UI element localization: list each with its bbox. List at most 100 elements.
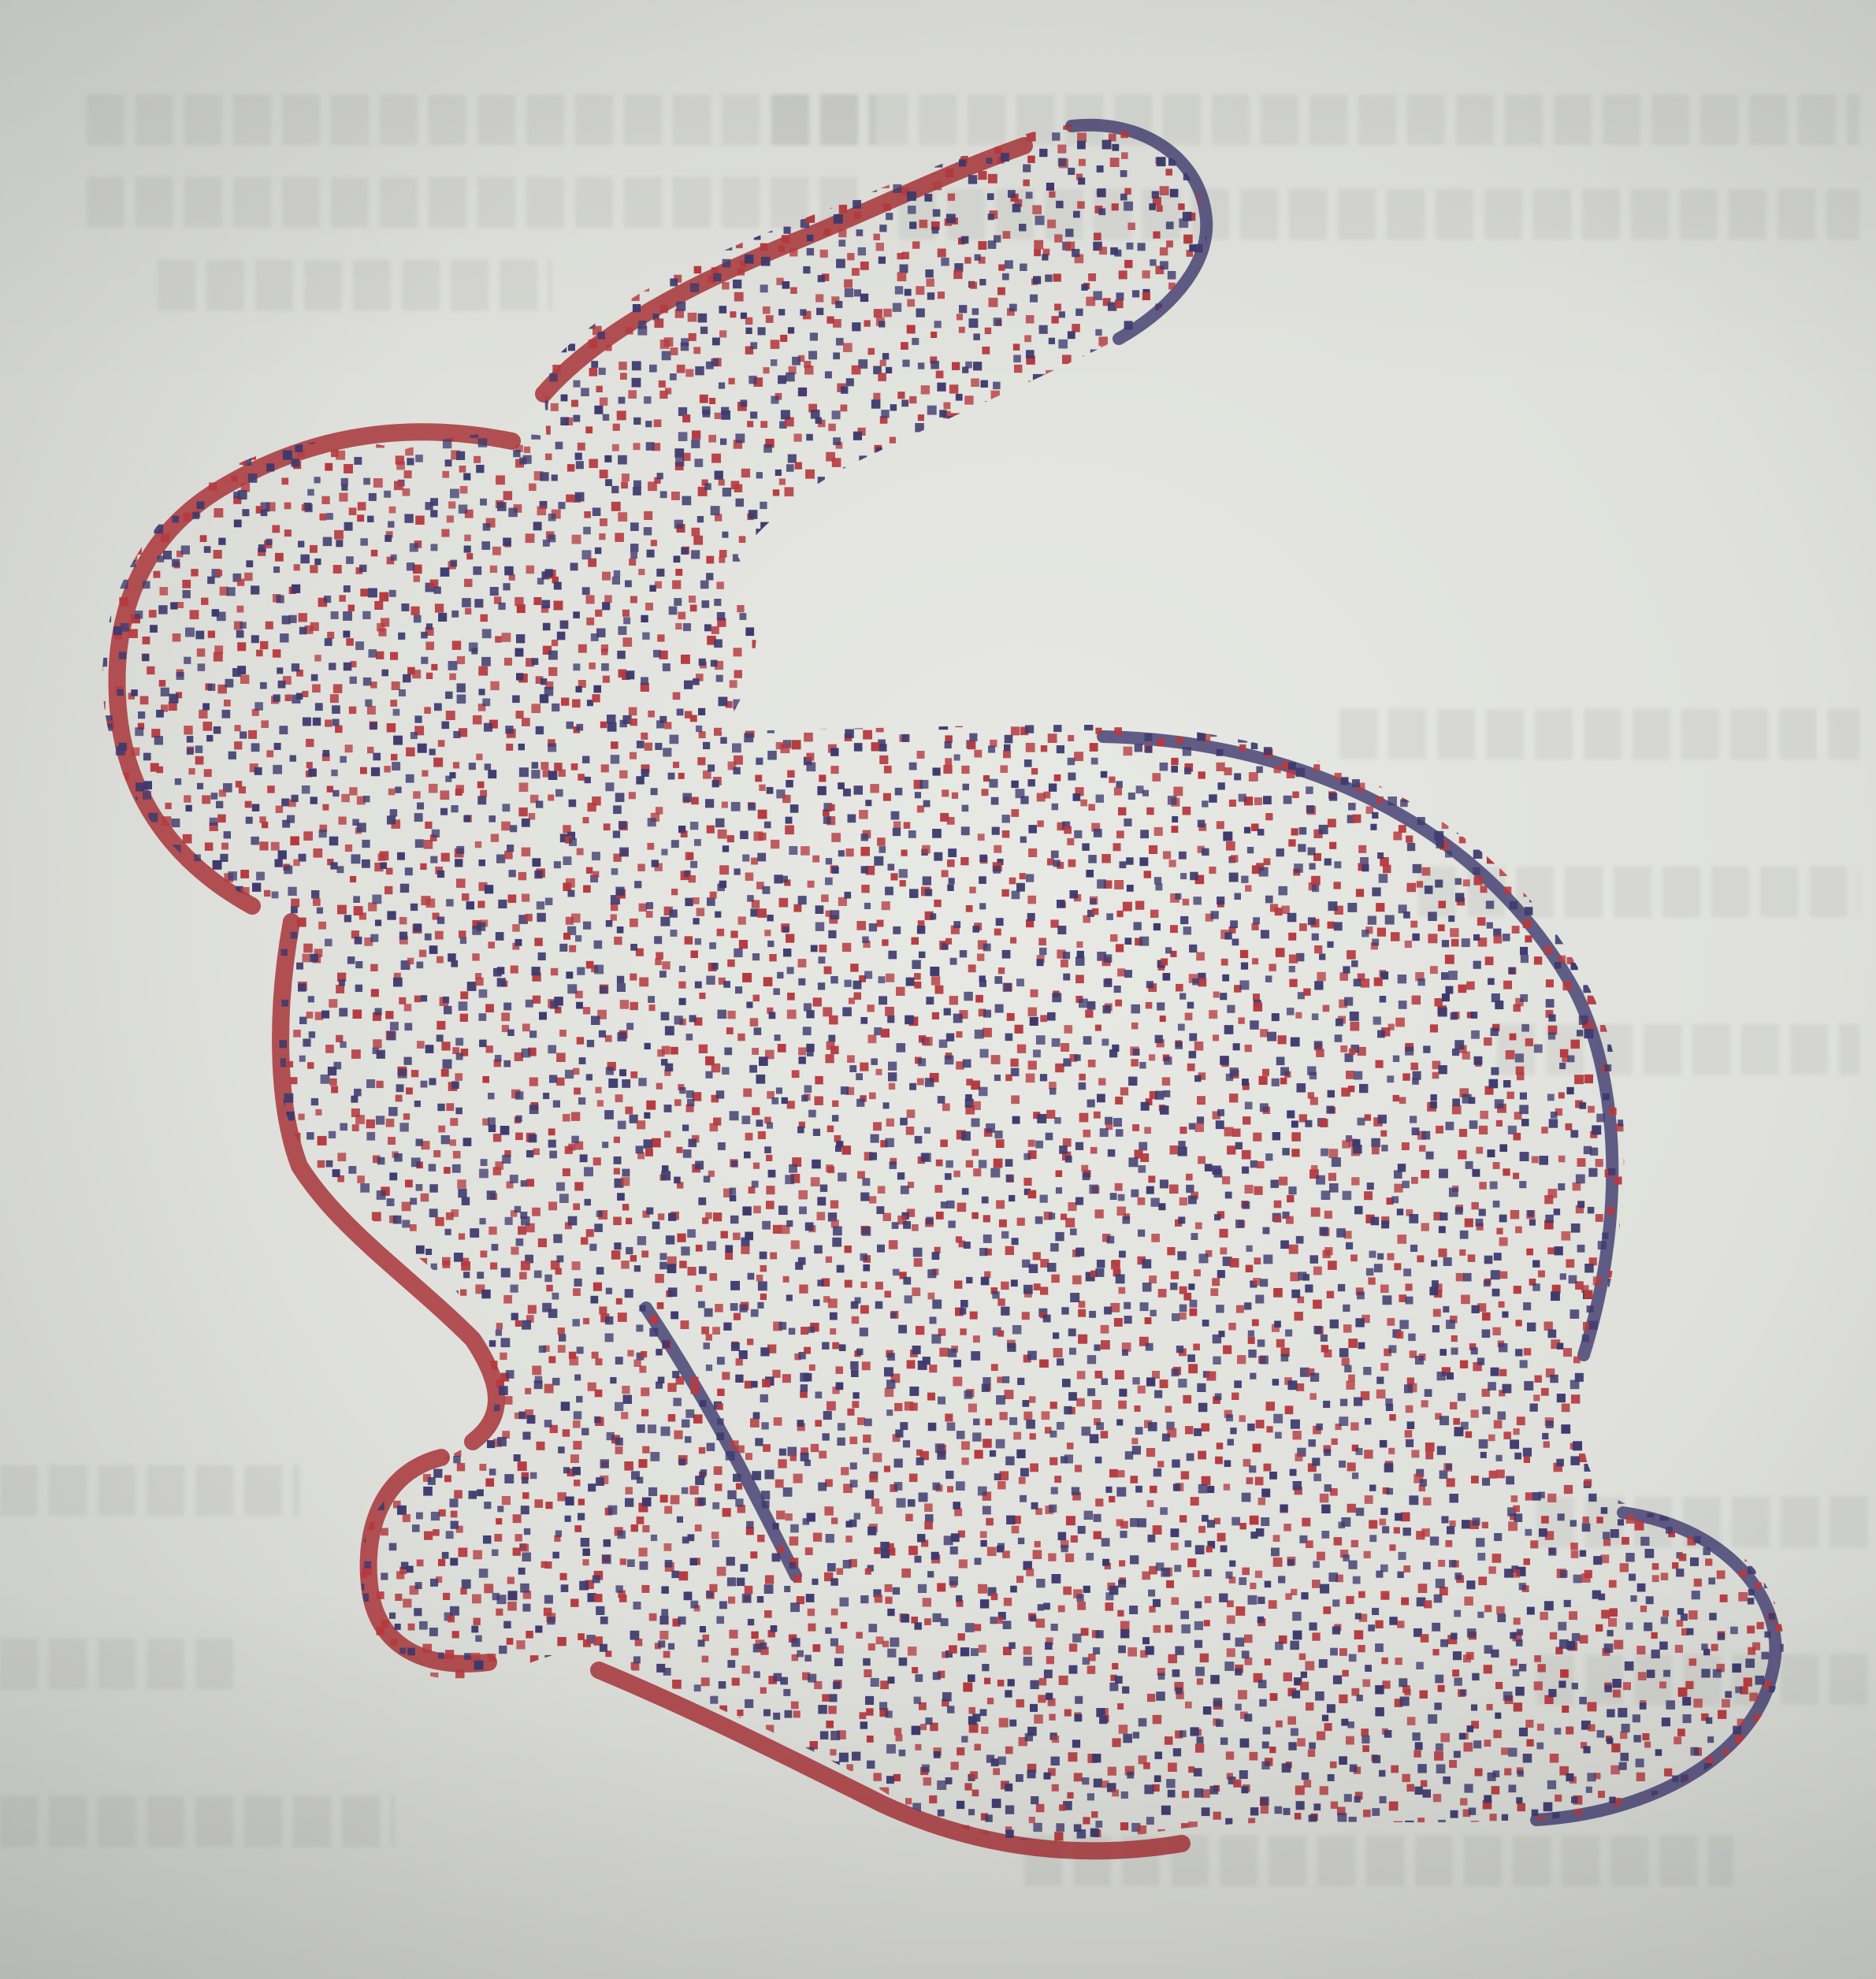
point xyxy=(535,726,544,735)
point xyxy=(654,124,662,126)
point xyxy=(1669,548,1677,555)
point xyxy=(505,726,514,734)
point xyxy=(1402,399,1410,407)
point xyxy=(202,795,211,804)
point xyxy=(110,250,119,259)
point xyxy=(1528,863,1536,871)
point xyxy=(1378,549,1387,559)
point xyxy=(767,726,775,733)
point xyxy=(1531,259,1540,269)
point xyxy=(965,685,973,693)
point xyxy=(221,373,231,383)
point xyxy=(860,496,867,503)
point xyxy=(117,446,124,453)
point xyxy=(1601,338,1610,347)
point xyxy=(982,450,989,458)
point xyxy=(1609,124,1617,129)
point xyxy=(715,674,723,682)
point xyxy=(382,382,391,391)
point xyxy=(1640,133,1648,141)
point xyxy=(1574,103,1581,110)
point xyxy=(786,464,794,472)
point xyxy=(196,501,205,510)
point xyxy=(1333,579,1341,587)
point xyxy=(195,277,205,287)
point xyxy=(671,492,680,500)
point xyxy=(213,550,222,559)
point xyxy=(1307,433,1317,444)
point xyxy=(1281,905,1290,915)
point xyxy=(1083,601,1093,611)
point xyxy=(1380,670,1388,678)
point xyxy=(636,741,645,748)
point xyxy=(859,455,867,464)
point xyxy=(339,595,346,602)
point xyxy=(314,703,323,711)
point xyxy=(1325,665,1335,675)
point xyxy=(979,625,988,634)
point xyxy=(1741,257,1750,266)
point xyxy=(1525,641,1535,652)
point xyxy=(399,191,407,200)
point xyxy=(1667,612,1677,622)
point xyxy=(1217,897,1225,905)
point xyxy=(548,513,556,522)
point xyxy=(1741,670,1748,678)
point xyxy=(964,636,972,644)
point xyxy=(1607,598,1615,606)
point xyxy=(176,906,184,914)
point xyxy=(1369,421,1379,431)
point xyxy=(610,755,620,764)
point xyxy=(1640,433,1649,443)
point xyxy=(1681,549,1688,557)
point xyxy=(1722,619,1732,629)
point xyxy=(576,202,584,210)
point xyxy=(714,412,721,419)
point xyxy=(1764,844,1774,853)
point xyxy=(589,280,599,290)
point xyxy=(1507,485,1515,493)
point xyxy=(1419,634,1426,642)
point xyxy=(1386,707,1394,715)
point xyxy=(1231,497,1241,507)
point xyxy=(1247,540,1257,548)
point xyxy=(1290,664,1299,674)
point xyxy=(1161,127,1168,134)
point xyxy=(553,600,563,611)
point xyxy=(1718,823,1728,833)
point xyxy=(251,433,260,441)
point xyxy=(722,531,729,538)
point xyxy=(1155,883,1163,891)
point xyxy=(1473,309,1483,318)
point xyxy=(1415,303,1425,312)
point xyxy=(1583,516,1593,526)
point xyxy=(1725,665,1733,673)
point xyxy=(244,572,253,581)
point xyxy=(1504,806,1513,815)
point xyxy=(1084,721,1094,731)
point xyxy=(1376,903,1385,912)
point xyxy=(450,488,459,499)
point xyxy=(1762,588,1772,598)
point xyxy=(943,402,951,410)
point xyxy=(1165,221,1174,229)
point xyxy=(1454,371,1462,379)
point xyxy=(1312,201,1320,208)
point xyxy=(1361,864,1369,872)
point xyxy=(359,417,367,425)
point xyxy=(212,901,220,909)
point xyxy=(1443,441,1452,450)
point xyxy=(1058,311,1065,318)
point xyxy=(1381,492,1391,501)
point xyxy=(1540,765,1548,773)
point xyxy=(1685,592,1695,601)
point xyxy=(1150,714,1157,721)
point xyxy=(1483,239,1492,249)
bunny-outline-dark xyxy=(640,118,1782,1826)
point xyxy=(1292,401,1301,410)
point xyxy=(1045,274,1053,282)
point xyxy=(1701,516,1711,525)
point xyxy=(1060,539,1068,548)
point xyxy=(1394,555,1401,561)
point xyxy=(1251,219,1261,228)
